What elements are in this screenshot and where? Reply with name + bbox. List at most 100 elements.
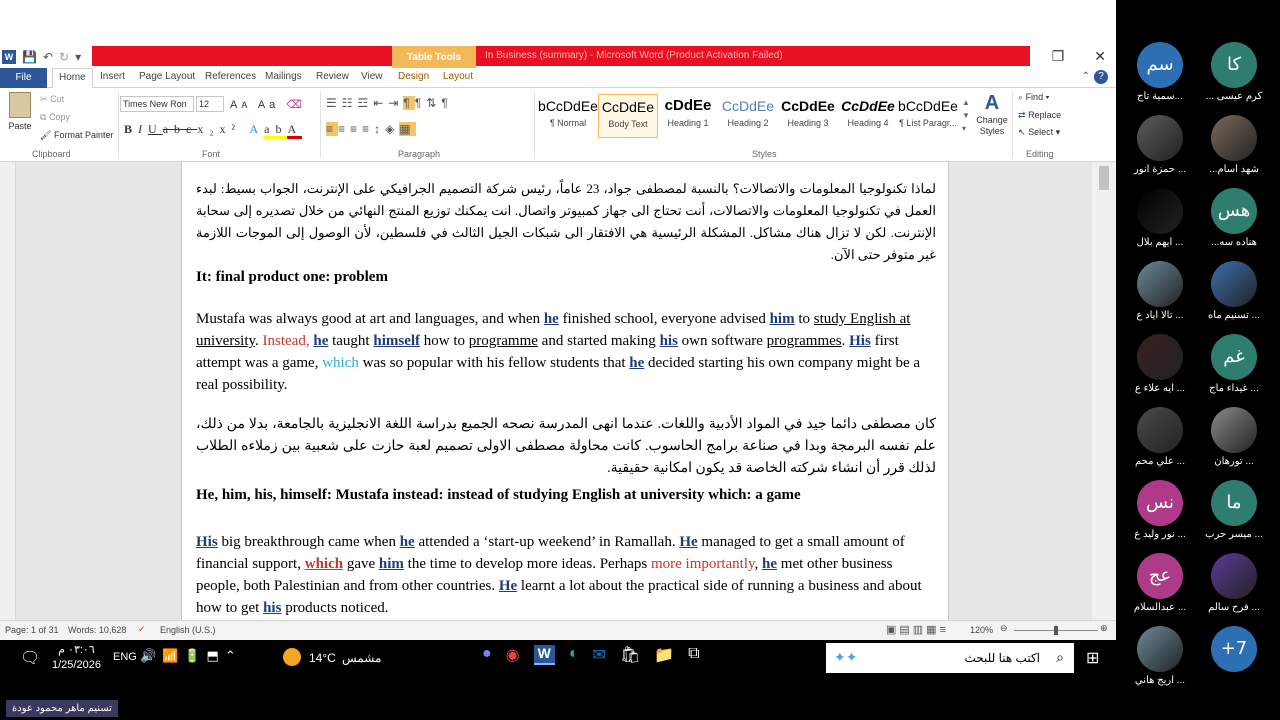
participant-tile[interactable]: غم ... غيداء ماج	[1194, 334, 1274, 408]
tab-insert[interactable]: Insert	[100, 71, 125, 82]
customize-qat-icon[interactable]: ▾	[75, 50, 81, 64]
chrome-icon[interactable]: ◉	[506, 645, 520, 665]
undo-icon[interactable]: ↶	[43, 50, 53, 64]
scroll-thumb[interactable]	[1099, 166, 1109, 190]
italic-icon[interactable]: I	[138, 122, 148, 136]
bullets-icon[interactable]: ☰	[326, 96, 342, 110]
help-icon[interactable]: ?	[1094, 70, 1108, 84]
numbering-icon[interactable]: ☷	[342, 96, 358, 110]
font-name-dropdown[interactable]: Times New Ron	[120, 96, 194, 112]
style-body-text[interactable]: CcDdEe Body Text	[598, 94, 658, 138]
word-count[interactable]: Words: 10,628	[68, 625, 126, 635]
notification-icon[interactable]: 🗨	[20, 648, 40, 668]
highlight-icon[interactable]: ab	[264, 122, 288, 139]
redo-icon[interactable]: ↻	[59, 50, 69, 64]
tab-review[interactable]: Review	[316, 71, 349, 82]
store-icon[interactable]: 🛍	[620, 645, 640, 665]
zoom-slider[interactable]	[1014, 626, 1098, 635]
shrink-font-icon[interactable]: A	[241, 100, 251, 110]
align-left-icon[interactable]: ≡	[326, 122, 339, 136]
borders-icon[interactable]: ▦	[399, 122, 416, 136]
superscript-icon[interactable]: x²	[220, 122, 242, 136]
tab-file[interactable]: File	[0, 68, 47, 88]
restore-icon[interactable]: ❐	[1052, 48, 1065, 65]
participant-tile[interactable]: ما ... ميسر حرب	[1194, 480, 1274, 554]
strikethrough-icon[interactable]: abc	[163, 122, 198, 136]
replace-button[interactable]: ⇄ Replace	[1018, 110, 1061, 121]
word-app-icon[interactable]: W	[2, 50, 16, 64]
participant-tile[interactable]: كا كرم عيسى ...	[1194, 42, 1274, 116]
zoom-in-icon[interactable]: ⊕	[1100, 623, 1108, 634]
view-buttons[interactable]: ▣▤▥▦≡	[886, 623, 949, 636]
clear-formatting-icon[interactable]: ⌫	[286, 99, 306, 111]
participant-tile[interactable]: ... تالا اياد ع	[1120, 261, 1200, 335]
tab-references[interactable]: References	[205, 71, 256, 82]
participant-tile[interactable]: شهد اسام...	[1194, 115, 1274, 189]
subscript-icon[interactable]: x₂	[197, 122, 219, 136]
bold-icon[interactable]: B	[124, 122, 138, 136]
word-taskbar-icon[interactable]: W	[533, 645, 555, 665]
temperature[interactable]: 14°C	[309, 651, 336, 665]
participant-tile[interactable]: هس هناده سه...	[1194, 188, 1274, 262]
justify-icon[interactable]: ≡	[362, 122, 374, 136]
teams-icon[interactable]: ●	[482, 645, 492, 665]
file-explorer-icon[interactable]: 📁	[654, 645, 674, 665]
participant-tile[interactable]: ... أيهم بلال	[1120, 188, 1200, 262]
rtl-icon[interactable]: ¶	[415, 96, 426, 110]
select-button[interactable]: ↖ Select ▾	[1018, 127, 1060, 138]
tab-view[interactable]: View	[361, 71, 383, 82]
font-size-dropdown[interactable]: 12	[196, 96, 224, 112]
participant-tile[interactable]: +7	[1194, 626, 1274, 700]
tab-layout[interactable]: Layout	[443, 71, 473, 82]
start-icon[interactable]: ⊞	[1086, 648, 1099, 668]
style-heading-2[interactable]: CcDdEe Heading 2	[718, 94, 778, 138]
styles-scroll[interactable]: ▲ ▼ ▾	[962, 96, 970, 135]
proofing-icon[interactable]: ✓	[138, 624, 146, 635]
change-case-icon[interactable]: Aa	[258, 99, 279, 111]
ltr-icon[interactable]: ¶	[403, 96, 415, 110]
outlook-icon[interactable]: ✉	[593, 645, 606, 665]
zoom-slider-thumb[interactable]	[1054, 626, 1058, 635]
sort-icon[interactable]: ⇅	[426, 96, 441, 110]
text-effects-icon[interactable]: A	[249, 122, 264, 136]
edge-icon[interactable]: ◐	[569, 645, 579, 665]
increase-indent-icon[interactable]: ⇥	[388, 96, 403, 110]
tab-design[interactable]: Design	[398, 71, 429, 82]
multilevel-list-icon[interactable]: ☲	[358, 96, 374, 110]
cut-button[interactable]: ✂ Cut	[40, 94, 64, 105]
tab-home[interactable]: Home	[52, 68, 93, 88]
participant-tile[interactable]: ... فرح سالم	[1194, 553, 1274, 627]
participant-tile[interactable]: ... اريج هاني	[1120, 626, 1200, 700]
participant-tile[interactable]: ... حمزة أنور	[1120, 115, 1200, 189]
minimize-ribbon-icon[interactable]: ⌃	[1082, 71, 1090, 82]
language-indicator[interactable]: English (U.S.)	[160, 625, 216, 635]
zoom-level[interactable]: 120%	[970, 625, 993, 635]
participant-tile[interactable]: ... علي محم	[1120, 407, 1200, 481]
underline-icon[interactable]: U	[148, 122, 163, 136]
system-tray-icons[interactable]: 🔊📶🔋⬒⌃	[140, 648, 242, 664]
tab-page-layout[interactable]: Page Layout	[139, 71, 195, 82]
weather-text[interactable]: مشمس	[342, 651, 381, 665]
style-heading-4[interactable]: CcDdEe Heading 4	[838, 94, 898, 138]
paste-button[interactable]: Paste	[6, 92, 34, 131]
participant-tile[interactable]: سم ...سمية تاج	[1120, 42, 1200, 116]
style-heading-3[interactable]: CcDdEe Heading 3	[778, 94, 838, 138]
change-styles-button[interactable]: A Change Styles	[974, 92, 1010, 137]
clock[interactable]: ٠٣:٠٦ م 1/25/2026	[52, 643, 101, 673]
style-list-paragraph[interactable]: bCcDdEe ¶ List Paragr...	[898, 94, 958, 138]
line-spacing-icon[interactable]: ↕	[374, 122, 385, 136]
participant-tile[interactable]: ... ايه علاء ع	[1120, 334, 1200, 408]
tab-mailings[interactable]: Mailings	[265, 71, 302, 82]
save-icon[interactable]: 💾	[22, 50, 37, 64]
font-color-icon[interactable]: A	[287, 122, 303, 139]
decrease-indent-icon[interactable]: ⇤	[373, 96, 388, 110]
participant-tile[interactable]: ... تسنيم ماه	[1194, 261, 1274, 335]
close-icon[interactable]: ✕	[1094, 48, 1106, 65]
format-painter-button[interactable]: 🖌 Format Painter	[40, 130, 113, 141]
copy-button[interactable]: ⧉ Copy	[40, 112, 70, 123]
zoom-out-icon[interactable]: ⊖	[1000, 623, 1008, 634]
find-button[interactable]: ⌕ Find ▾	[1018, 92, 1049, 103]
page-count[interactable]: Page: 1 of 31	[5, 625, 59, 635]
participant-tile[interactable]: ... تورهان	[1194, 407, 1274, 481]
participant-tile[interactable]: عج ... عبدالسلام	[1120, 553, 1200, 627]
